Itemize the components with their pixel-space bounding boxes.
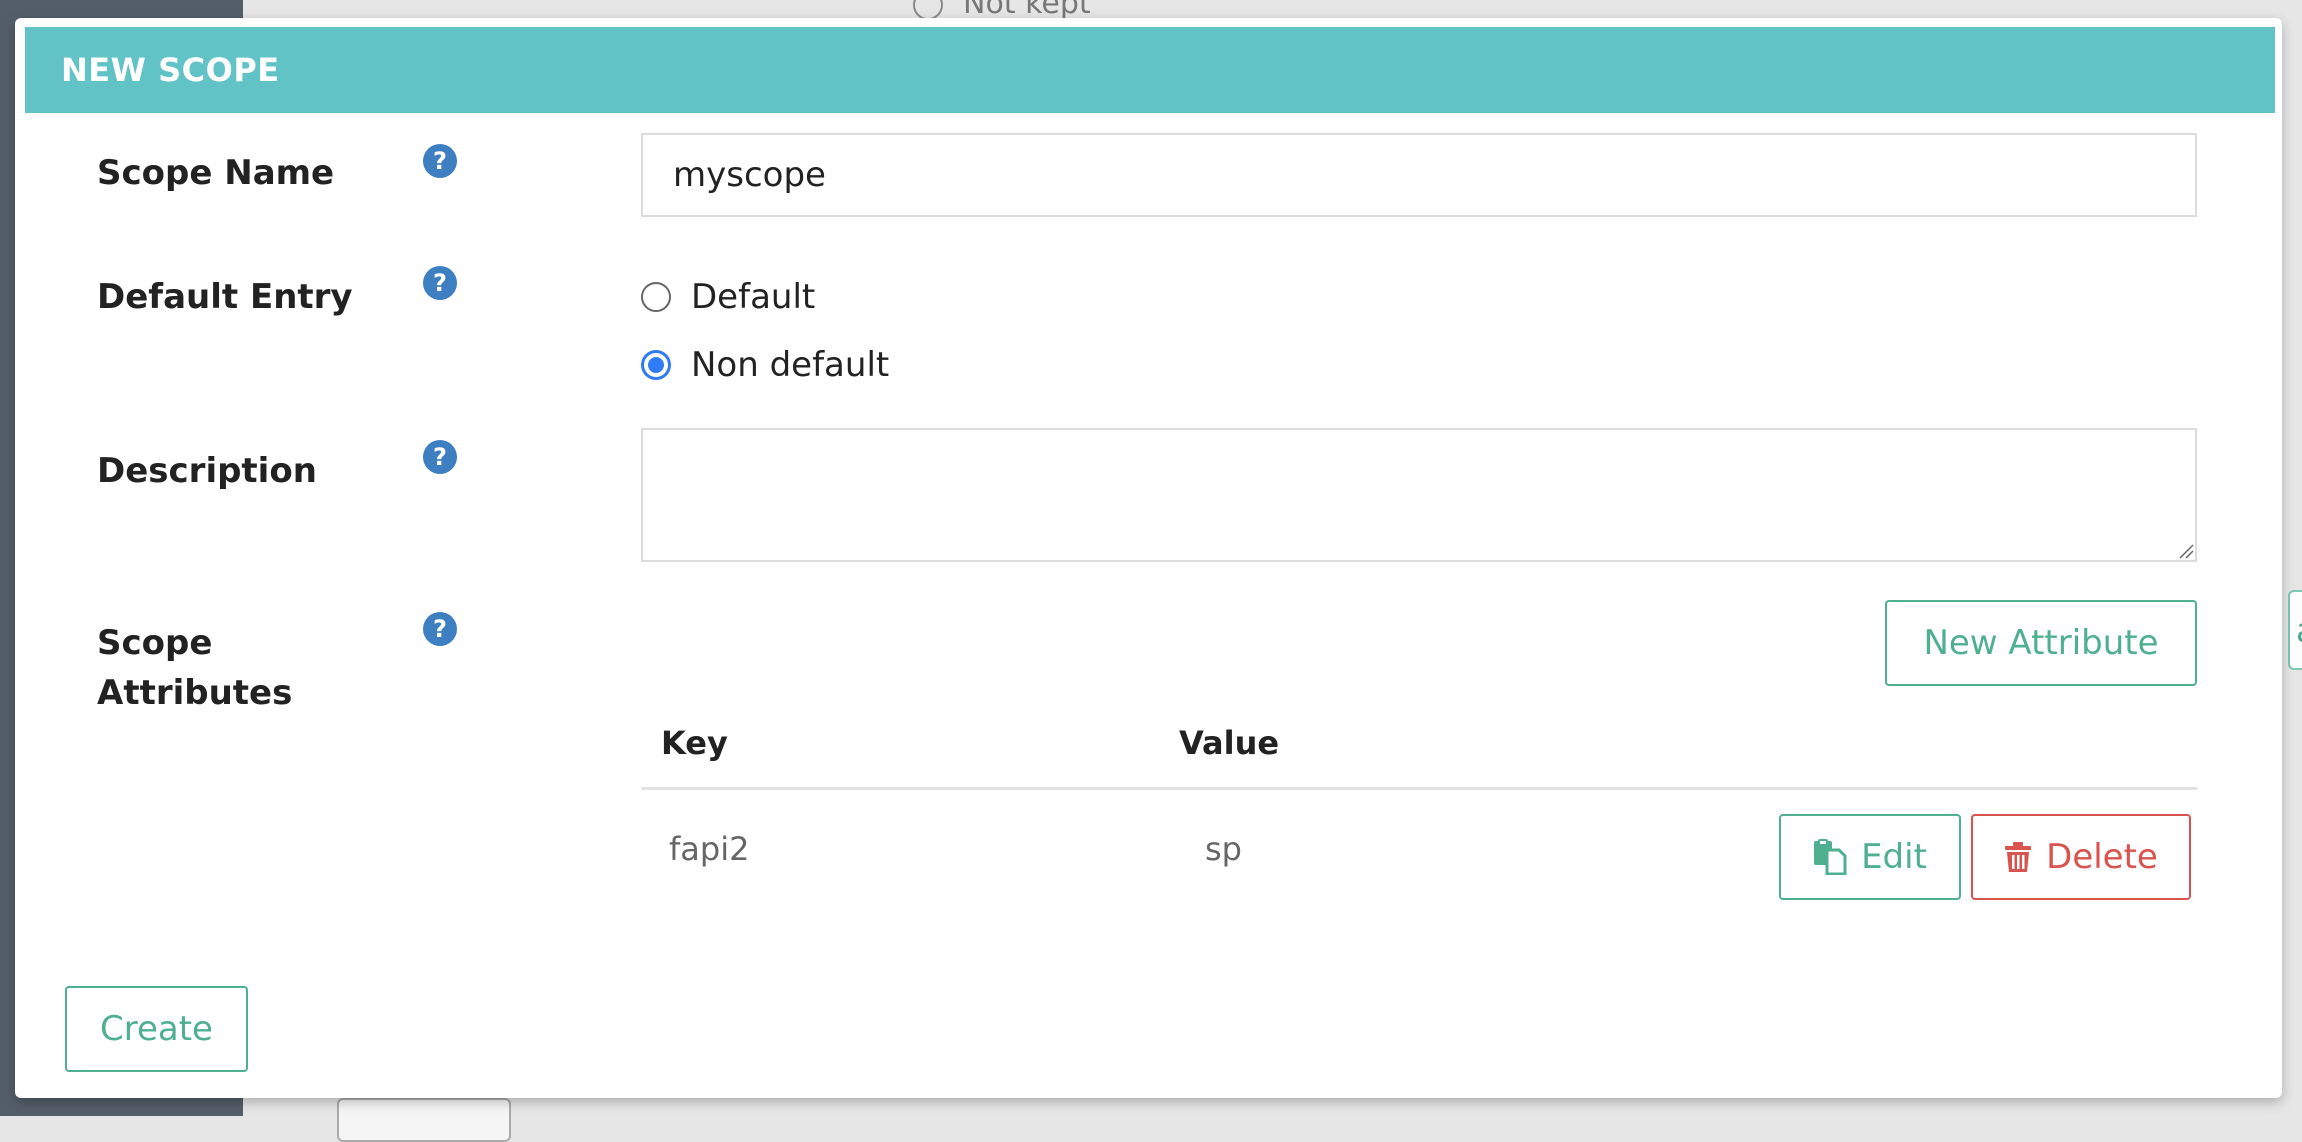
background-radio-icon [913, 0, 943, 20]
column-header-key: Key [661, 724, 728, 762]
default-radio-label[interactable]: Default [691, 277, 815, 317]
default-radio-option[interactable]: Default [641, 275, 815, 319]
non-default-radio-option[interactable]: Non default [641, 343, 889, 387]
default-radio[interactable] [641, 282, 671, 312]
scope-attributes-help-icon[interactable]: ? [423, 612, 457, 646]
copy-document-icon [1814, 839, 1847, 875]
attributes-table-header: Key Value [641, 702, 2197, 790]
attribute-key-cell: fapi2 [669, 830, 750, 868]
background-partial-button-bottom [337, 1098, 511, 1142]
attribute-value-cell: sp [1205, 830, 1242, 868]
description-label: Description [97, 451, 317, 491]
default-entry-help-icon[interactable]: ? [423, 266, 457, 300]
trash-icon [2005, 842, 2032, 872]
new-attribute-button[interactable]: New Attribute [1885, 600, 2197, 686]
scope-name-input[interactable] [641, 133, 2197, 217]
description-help-icon[interactable]: ? [423, 440, 457, 474]
modal-header: NEW SCOPE [25, 27, 2275, 113]
resize-grip-icon[interactable] [2178, 543, 2194, 559]
new-scope-modal: NEW SCOPE Scope Name ? Default Entry ? D… [15, 18, 2282, 1098]
scope-name-help-icon[interactable]: ? [423, 144, 457, 178]
non-default-radio-label[interactable]: Non default [691, 345, 889, 385]
edit-button[interactable]: Edit [1779, 814, 1961, 900]
scope-attributes-label: Scope Attributes [97, 623, 293, 713]
default-entry-label: Default Entry [97, 277, 353, 317]
delete-button[interactable]: Delete [1971, 814, 2191, 900]
create-button[interactable]: Create [65, 986, 248, 1072]
non-default-radio[interactable] [641, 350, 671, 380]
background-partial-button: a [2288, 590, 2302, 670]
column-header-value: Value [1179, 724, 1280, 762]
table-row: fapi2 sp Edit Delete [641, 790, 2197, 918]
description-textarea[interactable] [641, 428, 2197, 562]
modal-title: NEW SCOPE [61, 51, 280, 89]
scope-name-label: Scope Name [97, 153, 335, 193]
